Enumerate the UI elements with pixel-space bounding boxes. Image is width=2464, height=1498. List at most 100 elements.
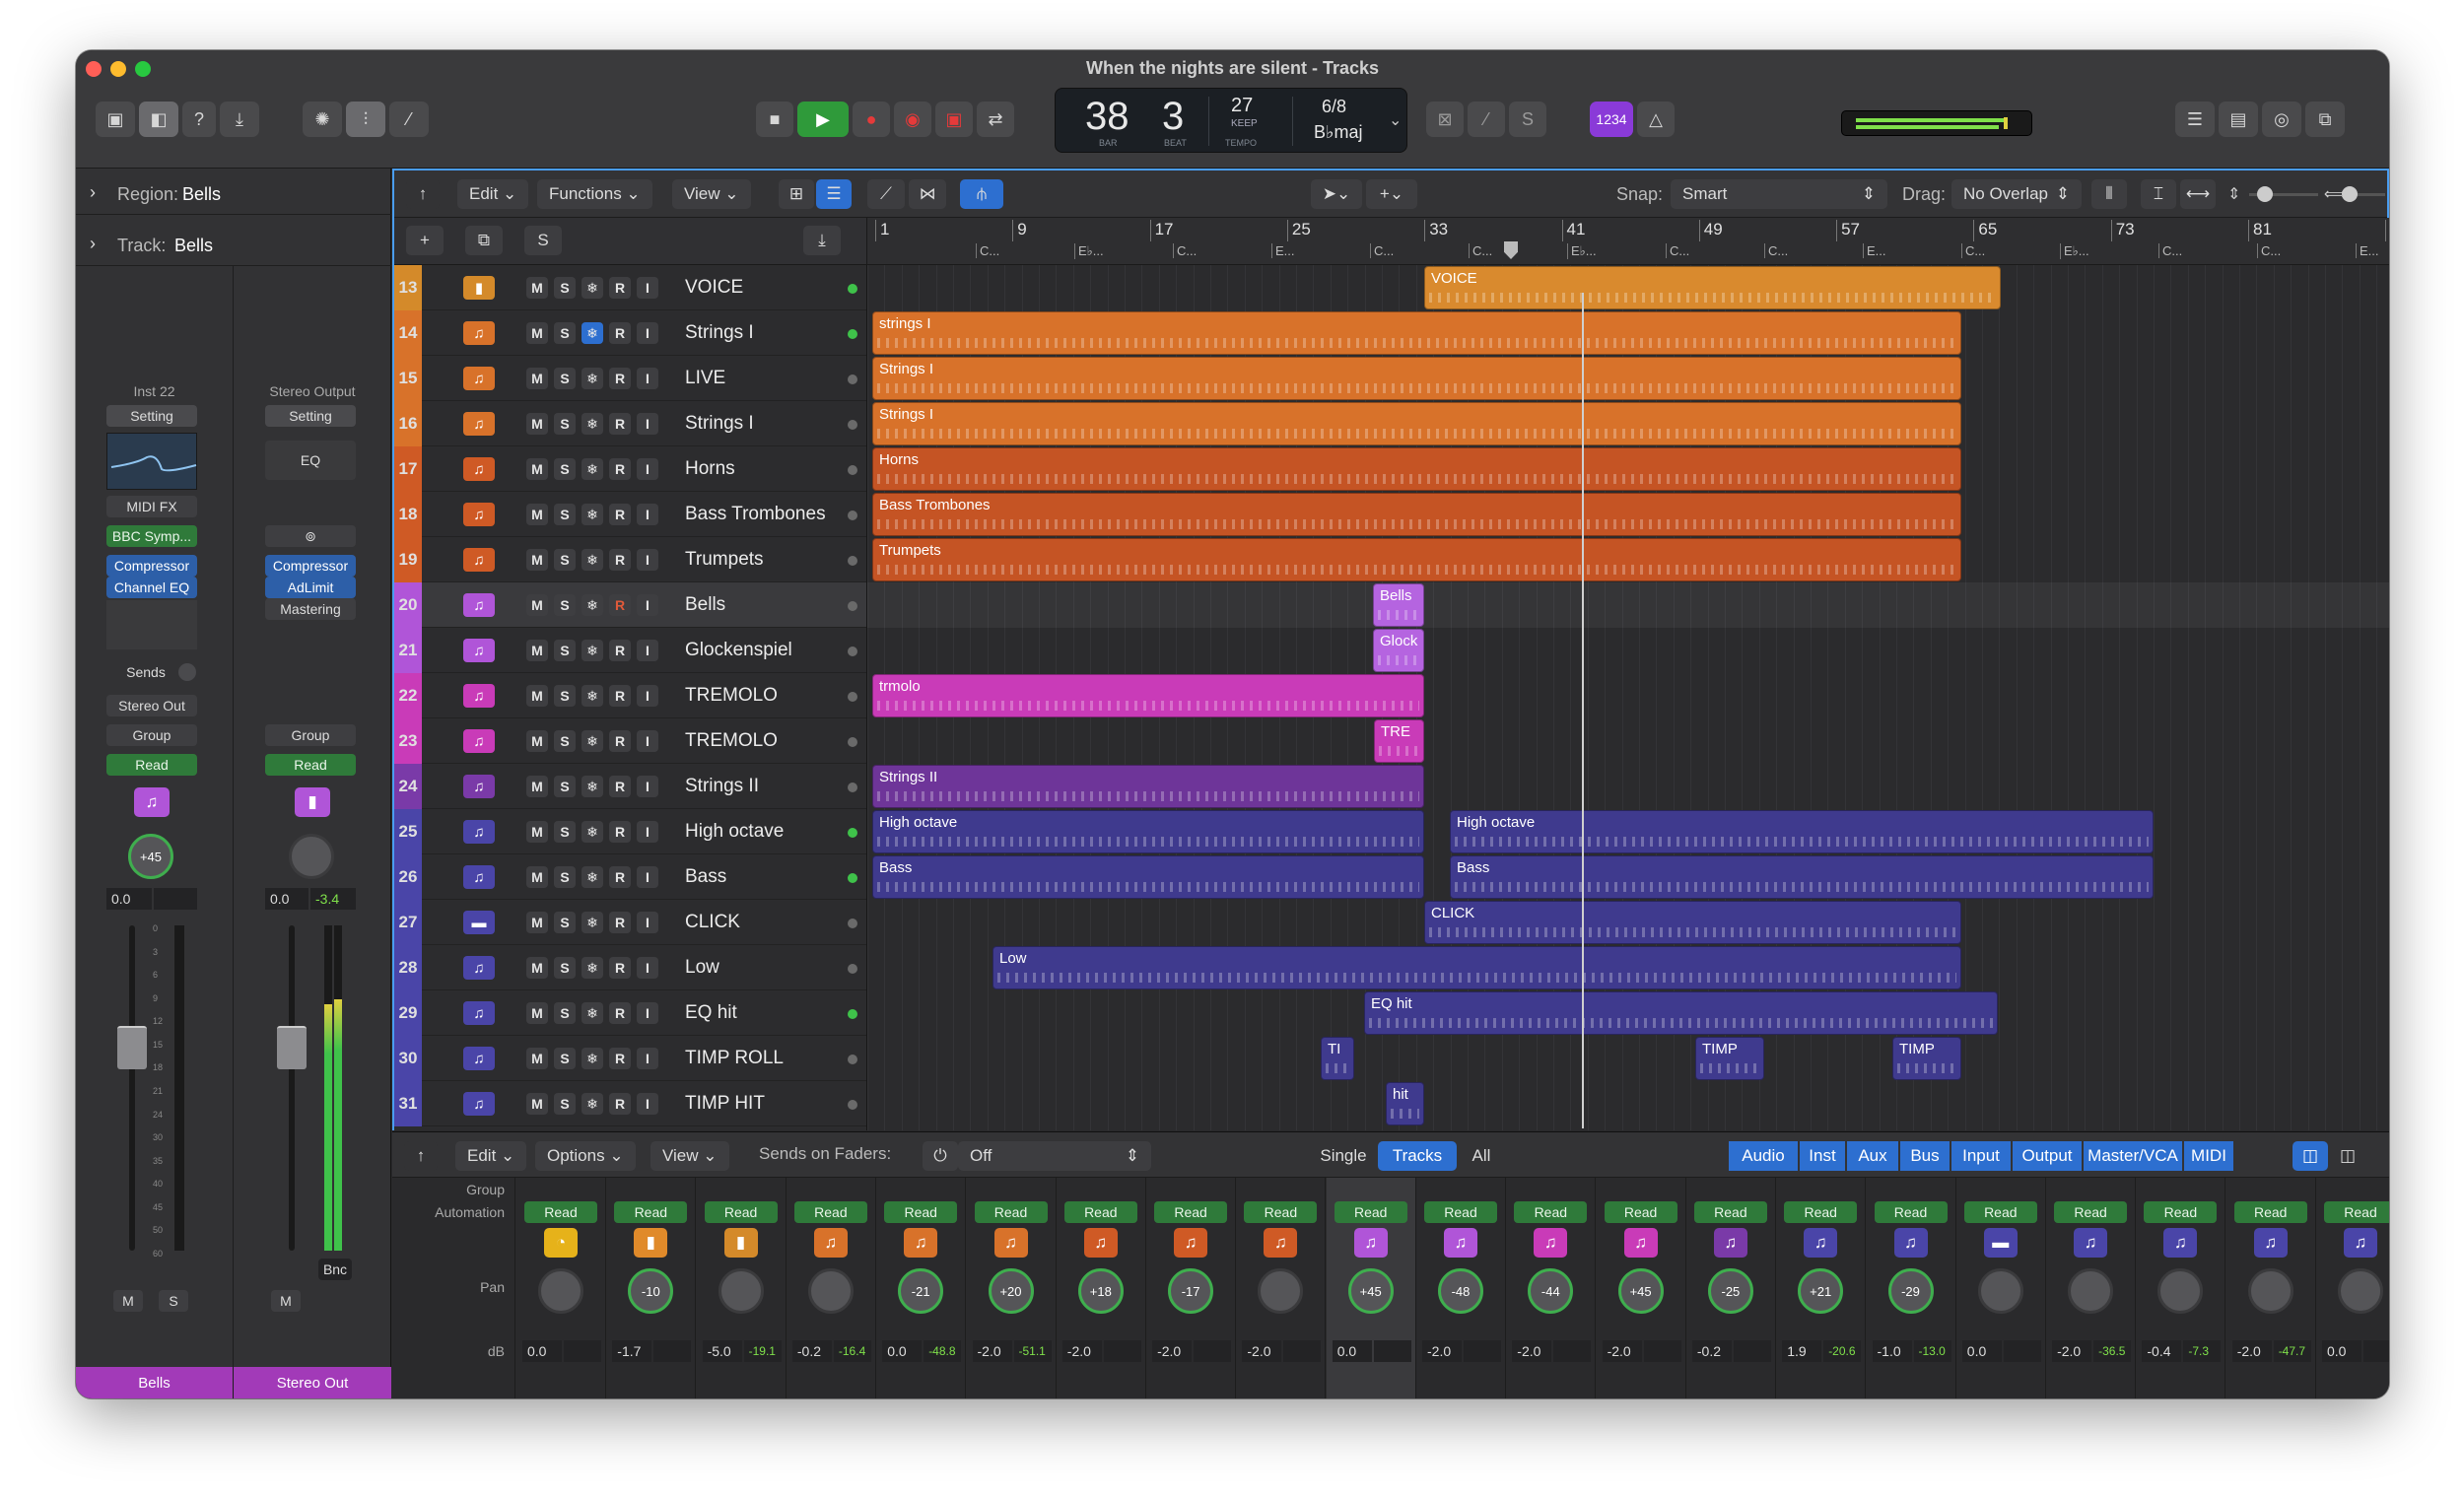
track-row[interactable]: 31 ♫ M S ❄ R I TIMP HIT <box>394 1081 866 1126</box>
track-freeze-button[interactable]: ❄ <box>582 549 603 571</box>
automation-icon[interactable]: ⟋ <box>867 179 905 209</box>
track-activity-dot[interactable] <box>848 828 857 838</box>
track-record-button[interactable]: R <box>609 458 631 480</box>
output-plugin-slot-1[interactable]: Compressor <box>265 555 356 577</box>
track-mute-button[interactable]: M <box>526 730 548 752</box>
track-input-button[interactable]: I <box>637 277 658 299</box>
track-activity-dot[interactable] <box>848 420 857 430</box>
track-input-button[interactable]: I <box>637 504 658 525</box>
automation-read-button[interactable]: Read <box>1244 1201 1318 1223</box>
track-row[interactable]: 16 ♫ M S ❄ R I Strings I <box>394 401 866 446</box>
stop-button[interactable]: ■ <box>756 102 793 137</box>
instrument-slot[interactable]: BBC Symp... <box>106 525 197 547</box>
track-input-button[interactable]: I <box>637 458 658 480</box>
track-solo-button[interactable]: S <box>554 866 576 888</box>
smart-controls-icon[interactable]: ✺ <box>303 102 342 137</box>
track-input-button[interactable]: I <box>637 912 658 933</box>
flex-icon[interactable]: ⋈ <box>909 179 946 209</box>
track-name[interactable]: VOICE <box>685 265 743 310</box>
catch-playhead-icon[interactable]: ⫛ <box>960 179 1003 209</box>
power-icon[interactable]: ⏻ <box>923 1141 958 1171</box>
chord-marker[interactable]: E♭... <box>1074 243 1104 259</box>
track-name[interactable]: Horns <box>685 446 735 492</box>
plugin-slot-1[interactable]: Compressor <box>106 555 197 577</box>
track-solo-button[interactable]: S <box>554 1002 576 1024</box>
track-input-button[interactable]: I <box>637 957 658 979</box>
track-activity-dot[interactable] <box>848 465 857 475</box>
track-solo-button[interactable]: S <box>554 776 576 797</box>
editors-icon[interactable]: ⁄ <box>389 102 429 137</box>
back-arrow-icon[interactable]: ↑ <box>406 179 440 209</box>
duplicate-track-icon[interactable]: ⧉ <box>465 226 503 255</box>
pan-knob[interactable]: +18 <box>1077 1268 1124 1314</box>
region[interactable]: High octave <box>872 810 1424 853</box>
track-row[interactable]: 27 ▬ M S ❄ R I CLICK <box>394 900 866 945</box>
track-solo-button[interactable]: S <box>554 1093 576 1115</box>
track-record-button[interactable]: R <box>609 685 631 707</box>
group-slot[interactable]: Group <box>106 724 197 746</box>
track-input-button[interactable]: I <box>637 1048 658 1069</box>
help-icon[interactable]: ? <box>182 102 216 137</box>
track-activity-dot[interactable] <box>848 1100 857 1110</box>
secondary-tool-icon[interactable]: +⌄ <box>1366 179 1417 209</box>
track-name[interactable]: CLICK <box>685 900 740 945</box>
track-mute-button[interactable]: M <box>526 912 548 933</box>
pan-knob[interactable]: +21 <box>1798 1268 1844 1314</box>
track-mute-button[interactable]: M <box>526 1093 548 1115</box>
track-row[interactable]: 23 ♫ M S ❄ R I TREMOLO <box>394 718 866 764</box>
track-name[interactable]: EQ hit <box>685 990 737 1036</box>
browser-icon[interactable]: ⧉ <box>2305 102 2345 137</box>
region[interactable]: hit <box>1386 1082 1424 1125</box>
track-row[interactable]: 29 ♫ M S ❄ R I EQ hit <box>394 990 866 1036</box>
add-track-button[interactable]: + <box>406 226 444 255</box>
automation-read-button[interactable]: Read <box>1784 1201 1858 1223</box>
track-row[interactable]: 20 ♫ M S ❄ R I Bells <box>394 582 866 628</box>
track-record-button[interactable]: R <box>609 640 631 661</box>
track-activity-dot[interactable] <box>848 919 857 928</box>
region[interactable]: Strings I <box>872 357 1961 400</box>
edit-menu[interactable]: Edit ⌄ <box>457 179 529 209</box>
track-name[interactable]: TREMOLO <box>685 718 778 764</box>
loop-browser-icon[interactable]: ◎ <box>2262 102 2301 137</box>
track-input-button[interactable]: I <box>637 1002 658 1024</box>
track-freeze-button[interactable]: ❄ <box>582 640 603 661</box>
region[interactable]: trmolo <box>872 674 1424 717</box>
pan-knob[interactable] <box>2157 1268 2204 1314</box>
mixer-filter-bus[interactable]: Bus <box>1900 1141 1950 1171</box>
mixer-filter-output[interactable]: Output <box>2013 1141 2082 1171</box>
track-record-button[interactable]: R <box>609 1002 631 1024</box>
output-footer-name[interactable]: Stereo Out <box>234 1367 391 1398</box>
list-view-icon[interactable]: ☰ <box>816 179 852 209</box>
track-name[interactable]: Trumpets <box>685 537 764 582</box>
link-icon[interactable]: ⊚ <box>265 525 356 547</box>
lcd-chevron-down-icon[interactable]: ⌄ <box>1389 110 1402 130</box>
track-activity-dot[interactable] <box>848 511 857 520</box>
pan-knob[interactable] <box>1977 1268 2023 1314</box>
track-record-button[interactable]: R <box>609 549 631 571</box>
chord-marker[interactable]: E♭... <box>1567 243 1597 259</box>
region[interactable]: Glock <box>1373 629 1424 672</box>
region[interactable]: High octave <box>1450 810 2154 853</box>
output-eq-slot[interactable]: EQ <box>265 441 356 480</box>
view-mode-tracks[interactable]: Tracks <box>1378 1141 1457 1171</box>
region[interactable]: VOICE <box>1424 266 2001 309</box>
output-plugin-slot-2[interactable]: AdLimit <box>265 577 356 598</box>
track-activity-dot[interactable] <box>848 329 857 339</box>
region[interactable]: Bass Trombones <box>872 493 1961 536</box>
track-mute-button[interactable]: M <box>526 594 548 616</box>
region[interactable]: EQ hit <box>1364 991 1998 1035</box>
track-row[interactable]: 28 ♫ M S ❄ R I Low <box>394 945 866 990</box>
chord-marker[interactable]: C... <box>1173 243 1197 258</box>
automation-read-button[interactable]: Read <box>704 1201 778 1223</box>
mixer-icon[interactable]: ⫶ <box>346 102 385 137</box>
automation-read-button[interactable]: Read <box>1334 1201 1407 1223</box>
mixer-filter-aux[interactable]: Aux <box>1847 1141 1898 1171</box>
track-mute-button[interactable]: M <box>526 277 548 299</box>
track-solo-button[interactable]: S <box>554 912 576 933</box>
output-group-slot[interactable]: Group <box>265 724 356 746</box>
track-record-button[interactable]: R <box>609 594 631 616</box>
functions-menu[interactable]: Functions ⌄ <box>537 179 652 209</box>
volume-fader[interactable] <box>117 1026 147 1069</box>
track-input-button[interactable]: I <box>637 1093 658 1115</box>
track-record-button[interactable]: R <box>609 730 631 752</box>
